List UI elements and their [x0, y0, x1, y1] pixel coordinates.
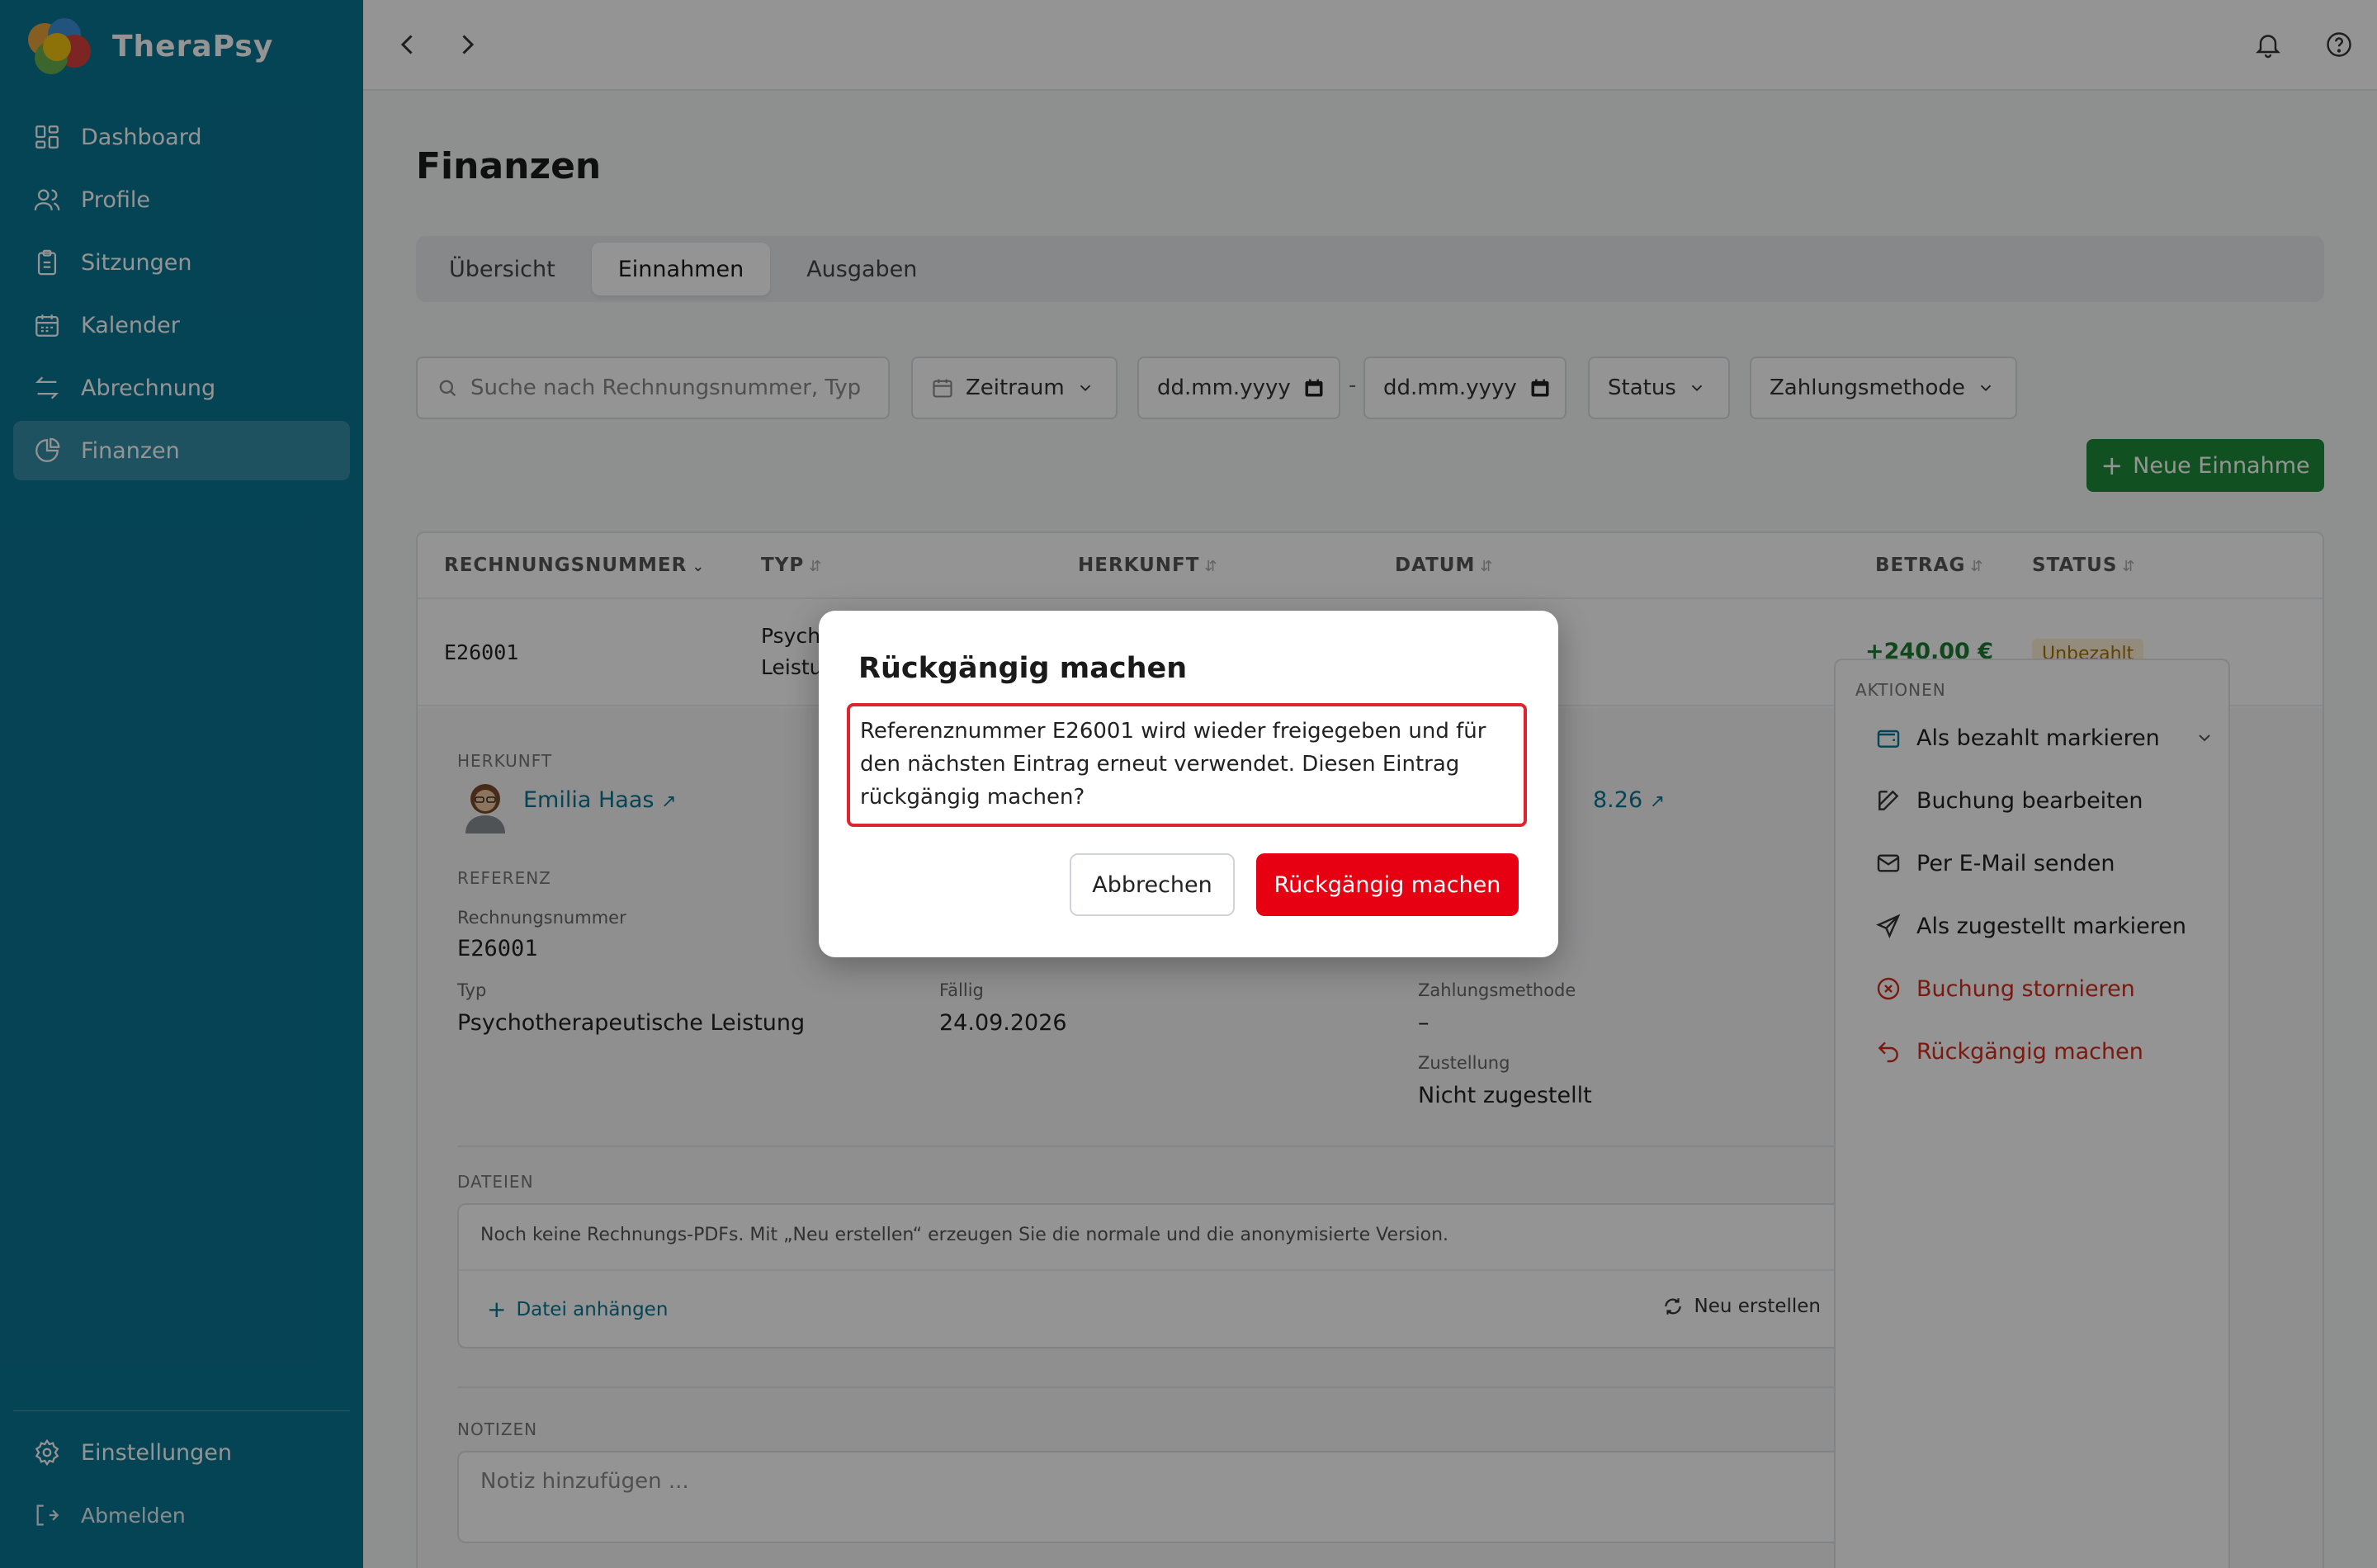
confirm-undo-button[interactable]: Rückgängig machen [1256, 853, 1519, 916]
dialog-title: Rückgängig machen [858, 652, 1188, 685]
undo-confirm-dialog: Rückgängig machen Referenznummer E26001 … [819, 611, 1558, 957]
dialog-message: Referenznummer E26001 wird wieder freige… [847, 703, 1527, 827]
cancel-button[interactable]: Abbrechen [1070, 853, 1235, 916]
